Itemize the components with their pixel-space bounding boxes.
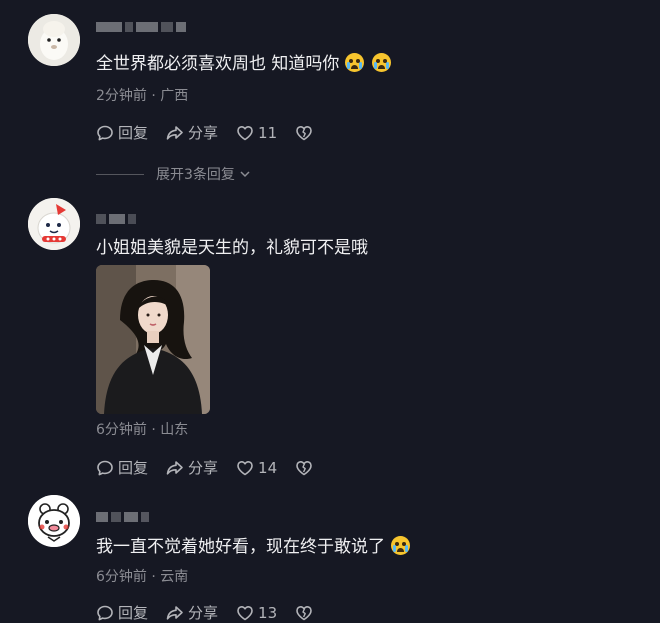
dislike-button[interactable] — [295, 604, 317, 622]
reply-bubble-icon — [97, 125, 113, 140]
heart-icon — [237, 460, 253, 475]
like-button[interactable]: 13 — [236, 604, 277, 622]
comment-meta: 6分钟前 · 云南 — [96, 569, 189, 585]
dislike-button[interactable] — [295, 459, 317, 477]
comment-text-content: 我一直不觉着她好看，现在终于敢说了 — [96, 537, 385, 557]
share-arrow-icon — [166, 125, 183, 140]
like-count: 14 — [258, 458, 278, 477]
expand-replies-label: 展开3条回复 — [156, 167, 235, 183]
share-button[interactable]: 分享 — [166, 602, 218, 623]
share-label: 分享 — [188, 459, 219, 477]
comment-item: 我一直不觉着她好看，现在终于敢说了 6分钟前 · 云南 回复 分享 13 — [0, 480, 660, 622]
comment-item: 全世界都必须喜欢周也 知道吗你 2分钟前 · 广西 回复 分享 11 展开3条回… — [0, 0, 660, 190]
reply-label: 回复 — [118, 459, 149, 477]
reply-button[interactable]: 回复 — [96, 122, 148, 143]
dislike-button[interactable] — [295, 124, 317, 142]
avatar[interactable] — [28, 198, 80, 250]
like-button[interactable]: 14 — [236, 459, 277, 477]
share-arrow-icon — [166, 460, 183, 475]
comment-text: 小姐姐美貌是天生的，礼貌可不是哦 — [96, 238, 368, 258]
avatar[interactable] — [28, 495, 80, 547]
chevron-down-icon — [240, 171, 250, 178]
crying-face-emoji-icon — [372, 53, 392, 72]
expand-replies-button[interactable]: 展开3条回复 — [96, 164, 252, 184]
reply-bubble-icon — [97, 460, 113, 475]
avatar[interactable] — [28, 14, 80, 66]
comment-meta: 6分钟前 · 山东 — [96, 422, 189, 438]
like-count: 13 — [258, 603, 278, 622]
username-blurred[interactable] — [96, 20, 186, 34]
heart-icon — [237, 125, 253, 140]
like-button[interactable]: 11 — [236, 124, 277, 142]
expand-divider — [96, 173, 144, 175]
heart-icon — [237, 605, 253, 620]
like-count: 11 — [258, 123, 278, 142]
broken-heart-icon — [296, 460, 312, 475]
share-label: 分享 — [188, 124, 219, 142]
comment-meta: 2分钟前 · 广西 — [96, 88, 189, 104]
share-button[interactable]: 分享 — [166, 122, 218, 143]
crying-face-emoji-icon — [345, 53, 365, 72]
comment-text: 全世界都必须喜欢周也 知道吗你 — [96, 52, 392, 76]
share-label: 分享 — [188, 604, 219, 622]
comment-actions: 回复 分享 11 — [96, 122, 335, 143]
comment-actions: 回复 分享 14 — [96, 457, 335, 478]
share-arrow-icon — [166, 605, 183, 620]
reply-label: 回复 — [118, 124, 149, 142]
broken-heart-icon — [296, 125, 312, 140]
reply-button[interactable]: 回复 — [96, 457, 148, 478]
reply-label: 回复 — [118, 604, 149, 622]
comment-actions: 回复 分享 13 — [96, 602, 335, 623]
comment-text: 我一直不觉着她好看，现在终于敢说了 — [96, 535, 410, 559]
reply-bubble-icon — [97, 605, 113, 620]
comment-image[interactable] — [96, 265, 210, 414]
crying-face-emoji-icon — [391, 536, 410, 555]
comment-text-content: 全世界都必须喜欢周也 知道吗你 — [96, 54, 340, 74]
reply-button[interactable]: 回复 — [96, 602, 148, 623]
username-blurred[interactable] — [96, 212, 136, 226]
comment-item: 小姐姐美貌是天生的，礼貌可不是哦 6分钟前 · 山东 回复 分享 14 — [0, 190, 660, 480]
share-button[interactable]: 分享 — [166, 457, 218, 478]
broken-heart-icon — [296, 605, 312, 620]
username-blurred[interactable] — [96, 510, 149, 524]
